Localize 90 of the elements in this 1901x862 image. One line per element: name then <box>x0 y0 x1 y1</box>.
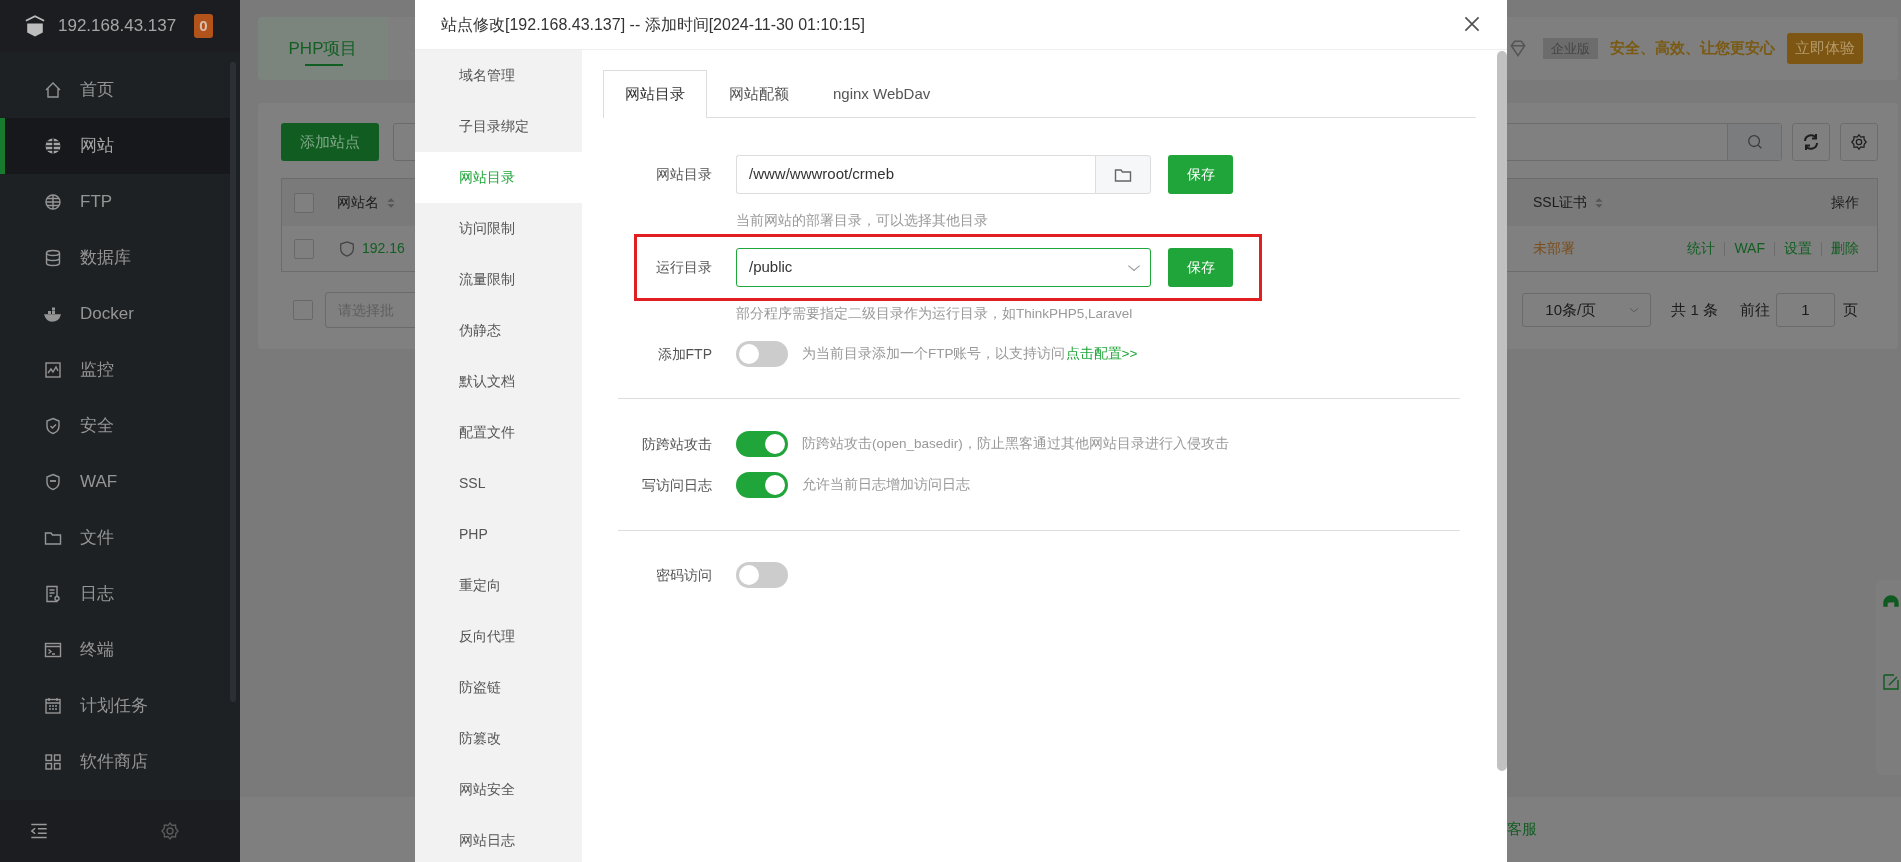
edit-icon <box>1881 672 1901 692</box>
refresh-button[interactable] <box>1792 123 1830 161</box>
shield-icon <box>43 472 63 492</box>
nav-item[interactable]: 重定向 <box>415 560 582 611</box>
database-icon <box>43 248 63 268</box>
checkbox[interactable] <box>294 192 314 213</box>
settings-button[interactable] <box>1840 123 1878 161</box>
sidebar-item[interactable]: 监控 <box>0 342 230 398</box>
nav-item[interactable]: 防篡改 <box>415 713 582 764</box>
config-link[interactable]: 点击配置>> <box>1065 345 1138 361</box>
save-button[interactable]: 保存 <box>1168 248 1233 287</box>
column-header: SSL证书 <box>1533 193 1588 212</box>
run-directory-select[interactable]: /public <box>736 248 1151 287</box>
nav-item[interactable]: PHP <box>415 509 582 560</box>
nav-item[interactable]: 防盗链 <box>415 662 582 713</box>
sidebar-item[interactable]: 计划任务 <box>0 678 230 734</box>
tab[interactable]: 网站配额 <box>707 70 811 118</box>
checkbox[interactable] <box>294 238 314 259</box>
nav-item[interactable]: 网站安全 <box>415 764 582 815</box>
sidebar-item[interactable]: 首页 <box>0 62 230 118</box>
globe-icon <box>43 192 63 212</box>
ssl-status: 未部署 <box>1533 239 1575 258</box>
checkbox[interactable] <box>293 300 313 320</box>
sidebar-item[interactable]: 数据库 <box>0 230 230 286</box>
document-icon <box>43 584 63 604</box>
calendar-icon <box>43 696 63 716</box>
field-label: 密码访问 <box>655 565 712 585</box>
field-note: 允许当前日志增加访问日志 <box>802 475 970 494</box>
notification-badge[interactable]: 0 <box>194 14 213 38</box>
sidebar-item[interactable]: 安全 <box>0 398 230 454</box>
save-button[interactable]: 保存 <box>1168 155 1233 194</box>
sidebar-item[interactable]: Docker <box>0 286 230 342</box>
goto-label: 前往 <box>1740 299 1770 320</box>
settings-icon[interactable] <box>160 821 180 841</box>
nav-item[interactable]: 配置文件 <box>415 407 582 458</box>
field-label: 防跨站攻击 <box>641 434 712 454</box>
monitor-chart-icon <box>43 360 63 380</box>
host-address: 192.168.43.137 <box>58 15 177 38</box>
toggle-switch[interactable] <box>736 472 788 498</box>
page-input[interactable]: 1 <box>1776 293 1835 327</box>
search-button[interactable] <box>1727 124 1781 160</box>
page-size-select[interactable]: 10条/页 <box>1522 293 1652 327</box>
globe-icon <box>43 136 63 156</box>
search-icon <box>1745 133 1764 151</box>
field-label: 网站目录 <box>655 165 712 184</box>
add-site-button[interactable]: 添加站点 <box>281 123 379 161</box>
sidebar-item[interactable]: 日志 <box>0 566 230 622</box>
tab[interactable]: 网站目录 <box>603 70 707 118</box>
grid-icon <box>43 752 63 772</box>
home-icon <box>43 80 63 100</box>
sidebar-item[interactable]: WAF <box>0 454 230 510</box>
field-hint: 部分程序需要指定二级目录作为运行目录，如ThinkPHP5,Laravel <box>736 305 1134 323</box>
toggle-switch[interactable] <box>736 562 788 588</box>
shield-icon <box>43 416 63 436</box>
nav-item[interactable]: 网站目录 <box>415 152 582 203</box>
shield-icon <box>338 238 356 259</box>
nav-item[interactable]: 默认文档 <box>415 356 582 407</box>
sidebar-item[interactable]: 网站 <box>0 118 230 174</box>
field-label: 添加FTP <box>656 344 712 364</box>
column-header: 操作 <box>1831 193 1859 212</box>
dialog-title: 站点修改[192.168.43.137] -- 添加时间[2024-11-30 01:10:15] <box>441 14 865 35</box>
page-unit: 页 <box>1843 299 1858 320</box>
sidebar-item[interactable]: 终端 <box>0 622 230 678</box>
folder-button[interactable] <box>1095 155 1151 194</box>
nav-item[interactable]: 子目录绑定 <box>415 101 582 152</box>
column-header: 网站名 <box>337 193 379 212</box>
terminal-icon <box>43 640 63 660</box>
sidebar-item[interactable]: 文件 <box>0 510 230 566</box>
toggle-switch[interactable] <box>736 431 788 457</box>
sidebar-item[interactable]: FTP <box>0 174 230 230</box>
toggle-switch[interactable] <box>736 341 788 367</box>
scrollbar[interactable] <box>1497 51 1507 771</box>
tab[interactable]: nginx WebDav <box>811 70 953 118</box>
promo-slogan: 安全、高效、让您更安心 <box>1610 38 1775 59</box>
field-note: 防跨站攻击(open_basedir)，防止黑客通过其他网站目录进行入侵攻击 <box>802 434 1229 453</box>
nav-item[interactable]: 反向代理 <box>415 611 582 662</box>
nav-item[interactable]: SSL <box>415 458 582 509</box>
total-count: 共 1 条 <box>1671 299 1718 320</box>
field-hint: 当前网站的部署目录，可以选择其他目录 <box>736 212 989 230</box>
path-field[interactable]: /www/wwwroot/crmeb <box>736 155 1095 194</box>
field-label: 运行目录 <box>655 258 712 277</box>
field-note: 为当前目录添加一个FTP账号，以支持访问 点击配置>> <box>802 344 1138 363</box>
nav-item[interactable]: 网站日志 <box>415 815 582 862</box>
nav-item[interactable]: 域名管理 <box>415 50 582 101</box>
refresh-icon <box>1801 132 1821 152</box>
settings-icon <box>1850 133 1868 151</box>
sidebar-item[interactable]: 软件商店 <box>0 734 230 790</box>
field-label: 写访问日志 <box>641 475 712 495</box>
nav-item[interactable]: 访问限制 <box>415 203 582 254</box>
scrollbar[interactable] <box>230 62 236 702</box>
